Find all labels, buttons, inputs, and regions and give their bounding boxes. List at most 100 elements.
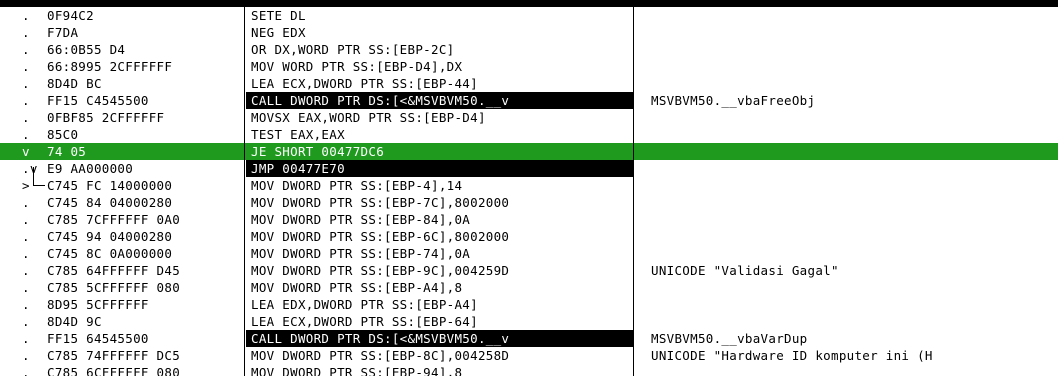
- disassembly: MOV DWORD PTR SS:[EBP-84],0A: [251, 212, 471, 227]
- comment: [651, 41, 1058, 58]
- row-marker: .: [22, 297, 30, 312]
- row-marker: .: [22, 195, 30, 210]
- hex-dump: C745 8C 0A000000: [47, 246, 173, 261]
- disasm-row[interactable]: . C785 7CFFFFFF 0A0 MOV DWORD PTR SS:[EB…: [0, 211, 1058, 228]
- jump-arrow-marker: v: [22, 144, 30, 159]
- disassembly: MOV DWORD PTR SS:[EBP-94],8: [251, 365, 463, 376]
- disassembly: MOV DWORD PTR SS:[EBP-74],0A: [251, 246, 471, 261]
- disasm-row[interactable]: . C785 5CFFFFFF 080 MOV DWORD PTR SS:[EB…: [0, 279, 1058, 296]
- row-marker: .: [22, 110, 30, 125]
- hex-dump: 66:0B55 D4: [47, 42, 126, 57]
- comment: [651, 296, 1058, 313]
- disasm-row-selected[interactable]: v 74 05 JE SHORT 00477DC6: [0, 143, 1058, 160]
- hex-dump: FF15 64545500: [47, 331, 149, 346]
- comment: [651, 364, 1058, 376]
- disassembly: MOV WORD PTR SS:[EBP-D4],DX: [251, 59, 463, 74]
- comment: [651, 143, 1058, 160]
- hex-dump: 8D4D 9C: [47, 314, 102, 329]
- comment: [651, 160, 1058, 177]
- comment: MSVBVM50.__vbaVarDup: [651, 331, 808, 346]
- row-marker: .: [22, 93, 30, 108]
- comment: [651, 7, 1058, 24]
- disasm-row[interactable]: > C745 FC 14000000 MOV DWORD PTR SS:[EBP…: [0, 177, 1058, 194]
- comment: [651, 211, 1058, 228]
- row-marker: .: [22, 280, 30, 295]
- disasm-row[interactable]: . C785 6CFFFFFF 080 MOV DWORD PTR SS:[EB…: [0, 364, 1058, 376]
- row-marker: .: [22, 348, 30, 363]
- comment: [651, 109, 1058, 126]
- comment: [651, 177, 1058, 194]
- disassembly: MOV DWORD PTR SS:[EBP-8C],004258D: [251, 348, 510, 363]
- row-marker: .: [22, 76, 30, 91]
- row-marker: .: [22, 365, 30, 376]
- jump-path-line: [33, 185, 45, 186]
- comment: MSVBVM50.__vbaFreeObj: [651, 93, 816, 108]
- comment: UNICODE "Validasi Gagal": [651, 263, 839, 278]
- disasm-row[interactable]: . 0FBF85 2CFFFFFF MOVSX EAX,WORD PTR SS:…: [0, 109, 1058, 126]
- disasm-row[interactable]: . 8D95 5CFFFFFF LEA EDX,DWORD PTR SS:[EB…: [0, 296, 1058, 313]
- row-marker: .: [22, 127, 30, 142]
- column-divider[interactable]: [244, 7, 245, 376]
- disasm-row[interactable]: . 8D4D 9C LEA ECX,DWORD PTR SS:[EBP-64]: [0, 313, 1058, 330]
- comment: UNICODE "Hardware ID komputer ini (H: [651, 348, 933, 363]
- disassembly: MOV DWORD PTR SS:[EBP-7C],8002000: [251, 195, 510, 210]
- comment: [651, 228, 1058, 245]
- comment: [651, 245, 1058, 262]
- hex-dump: C785 6CFFFFFF 080: [47, 365, 181, 376]
- comment: [651, 313, 1058, 330]
- disasm-row[interactable]: . C745 94 04000280 MOV DWORD PTR SS:[EBP…: [0, 228, 1058, 245]
- row-marker: .: [22, 42, 30, 57]
- disasm-row[interactable]: . 66:0B55 D4 OR DX,WORD PTR SS:[EBP-2C]: [0, 41, 1058, 58]
- disasm-row[interactable]: . C785 64FFFFFF D45 MOV DWORD PTR SS:[EB…: [0, 262, 1058, 279]
- disasm-row[interactable]: . 8D4D BC LEA ECX,DWORD PTR SS:[EBP-44]: [0, 75, 1058, 92]
- disassembly: NEG EDX: [251, 25, 306, 40]
- row-marker: .: [22, 25, 30, 40]
- disassembler-window: . 0F94C2 SETE DL . F7DA NEG EDX . 66:0B5…: [0, 0, 1058, 376]
- row-marker: .: [22, 314, 30, 329]
- hex-dump: F7DA: [47, 25, 79, 40]
- comment: [651, 75, 1058, 92]
- comment: [651, 58, 1058, 75]
- disasm-row[interactable]: . F7DA NEG EDX: [0, 24, 1058, 41]
- hex-dump: C745 94 04000280: [47, 229, 173, 244]
- jump-path-line: [33, 167, 34, 185]
- disasm-row[interactable]: . C745 8C 0A000000 MOV DWORD PTR SS:[EBP…: [0, 245, 1058, 262]
- disassembly: JE SHORT 00477DC6: [251, 144, 385, 159]
- hex-dump: 8D95 5CFFFFFF: [47, 297, 149, 312]
- disassembly: CALL DWORD PTR DS:[<&MSVBVM50.__v: [251, 93, 510, 108]
- hex-dump: 74 05: [47, 144, 87, 159]
- row-marker: .: [22, 263, 30, 278]
- hex-dump: 0FBF85 2CFFFFFF: [47, 110, 165, 125]
- disassembly: MOV DWORD PTR SS:[EBP-6C],8002000: [251, 229, 510, 244]
- comment: [651, 126, 1058, 143]
- disasm-row[interactable]: . 66:8995 2CFFFFFF MOV WORD PTR SS:[EBP-…: [0, 58, 1058, 75]
- disassembly: CALL DWORD PTR DS:[<&MSVBVM50.__v: [251, 331, 510, 346]
- column-divider[interactable]: [633, 7, 634, 376]
- hex-dump: C785 7CFFFFFF 0A0: [47, 212, 181, 227]
- disasm-row[interactable]: . 85C0 TEST EAX,EAX: [0, 126, 1058, 143]
- hex-dump: C785 5CFFFFFF 080: [47, 280, 181, 295]
- row-marker: .: [22, 59, 30, 74]
- disasm-row[interactable]: .v E9 AA000000 JMP 00477E70: [0, 160, 1058, 177]
- hex-dump: C745 FC 14000000: [47, 178, 173, 193]
- comment: [651, 194, 1058, 211]
- hex-dump: 0F94C2: [47, 8, 94, 23]
- row-marker: .: [22, 8, 30, 23]
- hex-dump: 8D4D BC: [47, 76, 102, 91]
- disasm-row[interactable]: . 0F94C2 SETE DL: [0, 7, 1058, 24]
- disasm-row[interactable]: . FF15 64545500 CALL DWORD PTR DS:[<&MSV…: [0, 330, 1058, 347]
- disassembly: JMP 00477E70: [251, 161, 345, 176]
- disassembly: OR DX,WORD PTR SS:[EBP-2C]: [251, 42, 455, 57]
- disasm-row[interactable]: . C745 84 04000280 MOV DWORD PTR SS:[EBP…: [0, 194, 1058, 211]
- disassembly: MOV DWORD PTR SS:[EBP-4],14: [251, 178, 463, 193]
- disasm-row[interactable]: . C785 74FFFFFF DC5 MOV DWORD PTR SS:[EB…: [0, 347, 1058, 364]
- disassembly-pane[interactable]: . 0F94C2 SETE DL . F7DA NEG EDX . 66:0B5…: [0, 7, 1058, 376]
- disasm-row[interactable]: . FF15 C4545500 CALL DWORD PTR DS:[<&MSV…: [0, 92, 1058, 109]
- row-marker: .: [22, 229, 30, 244]
- disassembly: LEA EDX,DWORD PTR SS:[EBP-A4]: [251, 297, 478, 312]
- row-marker: .: [22, 331, 30, 346]
- disassembly: SETE DL: [251, 8, 306, 23]
- hex-dump: 85C0: [47, 127, 79, 142]
- comment: [651, 279, 1058, 296]
- disassembly: MOV DWORD PTR SS:[EBP-A4],8: [251, 280, 463, 295]
